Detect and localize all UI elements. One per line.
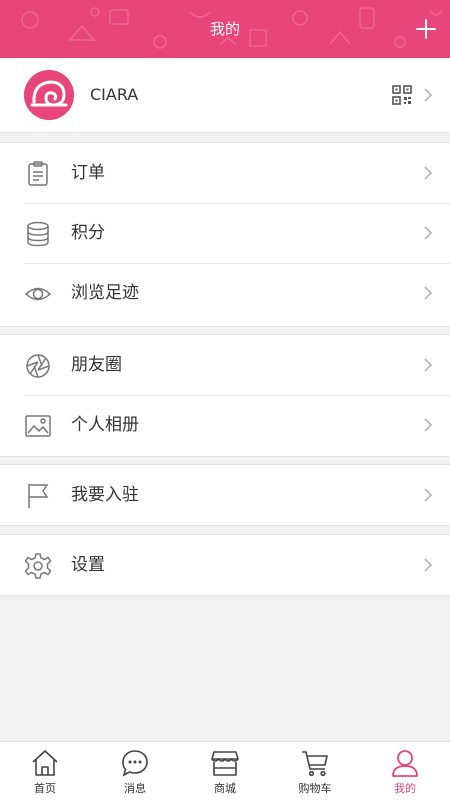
menu-item-moments[interactable]: 朋友圈 (0, 335, 450, 395)
tab-label: 购物车 (298, 782, 332, 795)
menu-item-settings[interactable]: 设置 (0, 535, 450, 595)
tab-label: 消息 (124, 782, 146, 795)
chevron-right-icon (424, 558, 433, 572)
clipboard-icon (28, 161, 48, 186)
menu-item-label: 浏览足迹 (71, 283, 139, 303)
top-header: 我的 (0, 0, 450, 58)
menu-group-orders: 订单 积分 浏览足迹 (0, 142, 450, 327)
menu-item-history[interactable]: 浏览足迹 (0, 263, 450, 323)
qr-code-icon[interactable] (392, 85, 412, 105)
tab-home[interactable]: 首页 (0, 742, 90, 800)
plus-icon[interactable] (412, 15, 440, 43)
tab-label: 首页 (34, 782, 56, 795)
page-title: 我的 (209, 20, 240, 38)
coins-stack-icon (27, 221, 49, 247)
message-bubble-icon (122, 750, 148, 777)
aperture-icon (26, 354, 50, 378)
menu-item-join[interactable]: 我要入驻 (0, 465, 450, 525)
chevron-right-icon (424, 166, 433, 180)
cart-icon (302, 751, 328, 777)
eye-icon (24, 287, 52, 301)
menu-item-label: 设置 (71, 555, 105, 575)
menu-group-social: 朋友圈 个人相册 (0, 334, 450, 457)
chevron-right-icon (424, 226, 433, 240)
bottom-tab-bar: 首页 消息 商城 购物车 我的 (0, 741, 450, 800)
profile-row[interactable]: CIARA (0, 58, 450, 133)
username: CIARA (90, 85, 139, 104)
store-icon (211, 751, 239, 776)
chevron-right-icon (424, 88, 433, 102)
tab-cart[interactable]: 购物车 (270, 742, 360, 800)
menu-item-label: 积分 (71, 223, 105, 243)
menu-item-album[interactable]: 个人相册 (0, 395, 450, 455)
chevron-right-icon (424, 418, 433, 432)
person-icon (392, 750, 418, 777)
tab-mine[interactable]: 我的 (360, 742, 450, 800)
menu-item-orders[interactable]: 订单 (0, 143, 450, 203)
flag-icon (28, 484, 49, 508)
chevron-right-icon (424, 358, 433, 372)
menu-item-label: 我要入驻 (71, 485, 139, 505)
menu-group-join: 我要入驻 (0, 464, 450, 526)
menu-item-label: 朋友圈 (71, 355, 122, 375)
chevron-right-icon (424, 286, 433, 300)
gear-icon (24, 553, 52, 579)
tab-label: 商城 (214, 782, 236, 795)
chevron-right-icon (424, 488, 433, 502)
menu-item-points[interactable]: 积分 (0, 203, 450, 263)
tab-messages[interactable]: 消息 (90, 742, 180, 800)
menu-item-label: 个人相册 (71, 415, 139, 435)
tab-mall[interactable]: 商城 (180, 742, 270, 800)
menu-item-label: 订单 (71, 163, 105, 183)
avatar[interactable] (24, 70, 74, 120)
photo-album-icon (25, 415, 51, 437)
menu-group-settings: 设置 (0, 534, 450, 596)
tab-label: 我的 (394, 782, 416, 795)
home-icon (32, 750, 58, 776)
